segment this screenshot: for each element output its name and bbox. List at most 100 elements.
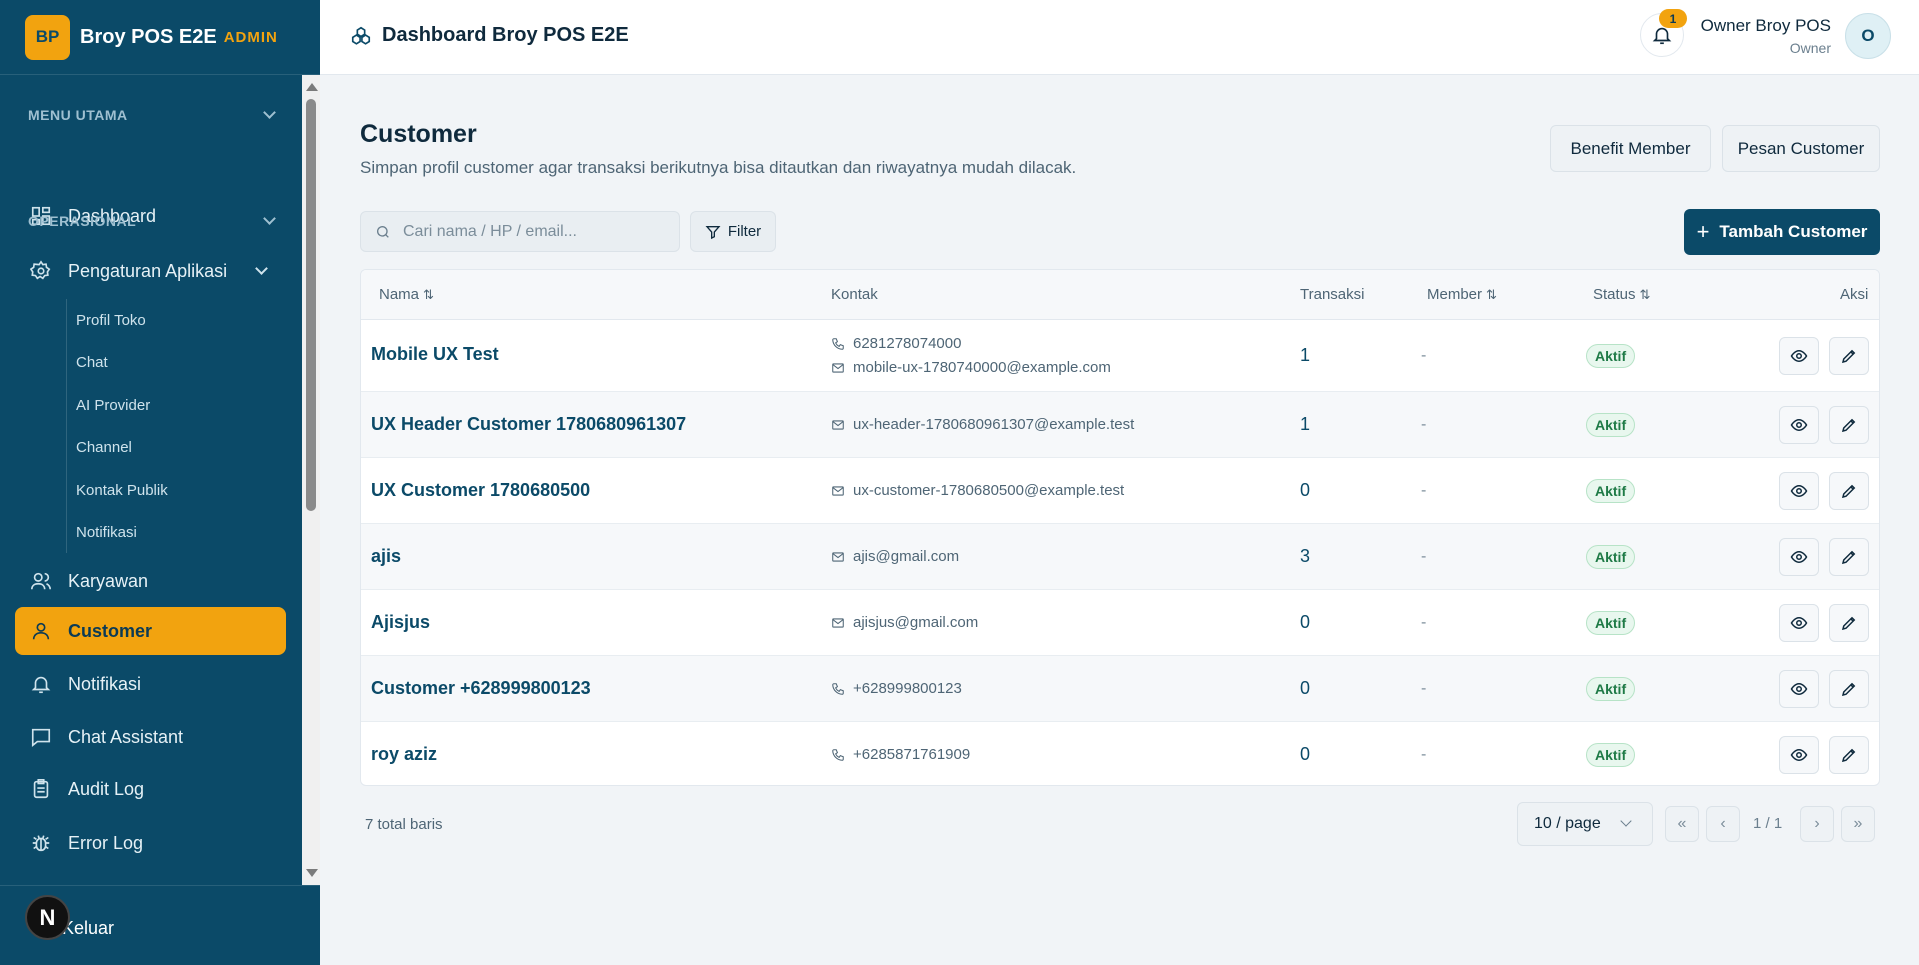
chevron-down-icon — [1620, 815, 1632, 827]
column-header-member[interactable]: Member ⇅ — [1427, 286, 1497, 303]
section-operasional[interactable]: OPERASIONAL — [0, 201, 302, 241]
brand: BP Broy POS E2E ADMIN — [0, 0, 320, 75]
phone-icon — [832, 748, 844, 761]
table-row: UX Customer 1780680500 ux-customer-17806… — [361, 458, 1879, 524]
submenu-item-profil-toko[interactable]: Profil Toko — [76, 312, 146, 329]
bug-icon — [32, 835, 50, 852]
search-input[interactable]: Cari nama / HP / email... — [360, 211, 680, 252]
customer-name-link[interactable]: UX Customer 1780680500 — [371, 480, 590, 501]
next-page-button[interactable]: › — [1800, 806, 1834, 842]
view-button[interactable] — [1779, 670, 1819, 708]
user-name: Owner Broy POS — [1700, 16, 1831, 35]
submenu-item-chat[interactable]: Chat — [76, 354, 108, 371]
edit-button[interactable] — [1829, 670, 1869, 708]
search-icon — [377, 225, 389, 238]
edit-button[interactable] — [1829, 604, 1869, 642]
transaksi-count: 0 — [1300, 678, 1311, 698]
customer-name-link[interactable]: ajis — [371, 546, 401, 567]
customer-name-link[interactable]: Mobile UX Test — [371, 344, 499, 365]
contact-email-text: ajisjus@gmail.com — [853, 614, 979, 631]
transaksi-count: 0 — [1300, 744, 1311, 764]
logout-button[interactable]: Keluar — [62, 918, 114, 939]
sidebar-item-audit-log[interactable]: Audit Log — [15, 765, 286, 813]
scroll-down-arrow-icon[interactable] — [306, 869, 318, 877]
edit-button[interactable] — [1829, 406, 1869, 444]
first-page-button[interactable]: « — [1665, 806, 1699, 842]
eye-icon — [1790, 550, 1808, 564]
sort-icon: ⇅ — [1639, 287, 1651, 302]
user-role: Owner — [1789, 40, 1831, 56]
user-icon — [32, 622, 50, 640]
filter-button[interactable]: Filter — [690, 211, 776, 252]
customer-table: Nama ⇅ Kontak Transaksi Member ⇅ Status ⇅ A… — [360, 269, 1880, 786]
member-value: - — [1421, 680, 1427, 697]
add-customer-button[interactable]: + Tambah Customer — [1684, 209, 1880, 255]
customer-name-link[interactable]: Ajisjus — [371, 612, 430, 633]
status-badge: Aktif — [1586, 677, 1636, 701]
pesan-customer-button[interactable]: Pesan Customer — [1722, 125, 1880, 172]
contact-phone: +6285871761909 — [831, 746, 970, 763]
section-label: MENU UTAMA — [28, 107, 128, 123]
submenu-item-kontak-publik[interactable]: Kontak Publik — [76, 482, 168, 499]
edit-button[interactable] — [1829, 538, 1869, 576]
prev-page-button[interactable]: ‹ — [1706, 806, 1740, 842]
table-row: UX Header Customer 1780680961307 ux-head… — [361, 392, 1879, 458]
view-button[interactable] — [1779, 538, 1819, 576]
edit-button[interactable] — [1829, 736, 1869, 774]
cubes-icon — [351, 26, 371, 45]
view-button[interactable] — [1779, 736, 1819, 774]
page-title: Customer — [360, 120, 477, 148]
member-value: - — [1421, 548, 1427, 565]
scroll-up-arrow-icon[interactable] — [306, 83, 318, 91]
eye-icon — [1790, 349, 1808, 363]
last-page-button[interactable]: » — [1841, 806, 1875, 842]
submenu-item-ai-provider[interactable]: AI Provider — [76, 397, 150, 414]
sidebar-item-notifikasi[interactable]: Notifikasi — [15, 660, 286, 708]
pencil-icon — [1841, 550, 1856, 565]
customer-name-link[interactable]: roy aziz — [371, 744, 437, 765]
per-page-select[interactable]: 10 / page — [1517, 802, 1653, 846]
contact-email: ajisjus@gmail.com — [831, 614, 978, 631]
sidebar-item-label: Karyawan — [68, 570, 149, 591]
transaksi-count: 3 — [1300, 546, 1311, 566]
eye-icon — [1790, 418, 1808, 432]
sidebar-item-error-log[interactable]: Error Log — [15, 819, 286, 867]
brand-name: Broy POS E2E — [80, 25, 217, 48]
table-row: roy aziz +6285871761909 0 - Aktif — [361, 722, 1879, 785]
view-button[interactable] — [1779, 604, 1819, 642]
view-button[interactable] — [1779, 472, 1819, 510]
sidebar-item-customer[interactable]: Customer — [15, 607, 286, 655]
sidebar-item-chat-assistant[interactable]: Chat Assistant — [15, 713, 286, 761]
edit-button[interactable] — [1829, 472, 1869, 510]
customer-name-link[interactable]: Customer +628999800123 — [371, 678, 591, 699]
avatar[interactable]: O — [1845, 13, 1891, 59]
brand-tag: ADMIN — [223, 28, 278, 46]
column-header-nama[interactable]: Nama ⇅ — [379, 286, 434, 303]
sidebar-item-karyawan[interactable]: Karyawan — [15, 557, 286, 605]
view-button[interactable] — [1779, 337, 1819, 375]
submenu-pengaturan: Profil Toko Chat AI Provider Channel Kon… — [66, 299, 276, 553]
scroll-thumb[interactable] — [306, 99, 316, 511]
eye-icon — [1790, 616, 1808, 630]
contact-phone-text: +6285871761909 — [853, 746, 971, 763]
sidebar-item-pengaturan-aplikasi[interactable]: Pengaturan Aplikasi — [15, 247, 286, 295]
next-devtools-badge[interactable]: N — [25, 895, 70, 940]
total-rows: 7 total baris — [365, 816, 443, 833]
sort-icon: ⇅ — [423, 287, 434, 302]
section-menu-utama[interactable]: MENU UTAMA — [0, 95, 302, 135]
submenu-item-channel[interactable]: Channel — [76, 439, 132, 456]
column-header-kontak: Kontak — [831, 286, 878, 303]
customer-name-link[interactable]: UX Header Customer 1780680961307 — [371, 414, 686, 435]
pencil-icon — [1841, 418, 1856, 433]
sort-icon: ⇅ — [1486, 287, 1497, 302]
sidebar-item-label: Audit Log — [68, 778, 145, 799]
edit-button[interactable] — [1829, 337, 1869, 375]
sidebar-item-label: Notifikasi — [68, 673, 142, 694]
benefit-member-button[interactable]: Benefit Member — [1550, 125, 1711, 172]
page-header-title: Dashboard Broy POS E2E — [350, 24, 629, 47]
submenu-item-notifikasi[interactable]: Notifikasi — [76, 524, 137, 541]
transaksi-count: 1 — [1300, 345, 1311, 365]
view-button[interactable] — [1779, 406, 1819, 444]
sidebar-scrollbar[interactable] — [302, 75, 320, 885]
column-header-status[interactable]: Status ⇅ — [1593, 286, 1650, 303]
